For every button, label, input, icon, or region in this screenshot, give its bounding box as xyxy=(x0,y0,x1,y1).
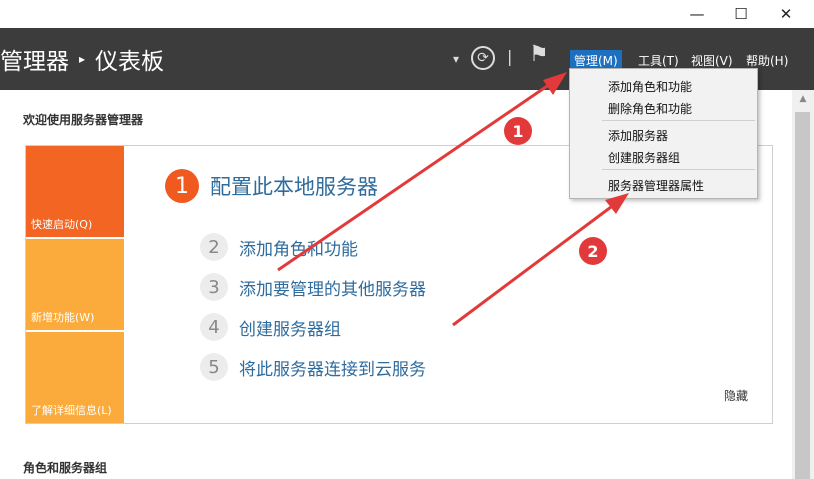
arrowhead-2-icon xyxy=(605,193,629,214)
annotation-arrows xyxy=(277,72,629,327)
arrowhead-1-icon xyxy=(543,72,567,95)
annotation-badge-1: 1 xyxy=(504,117,532,145)
annotation-badge-2: 2 xyxy=(579,237,607,265)
annotation-arrow-1 xyxy=(277,80,554,272)
